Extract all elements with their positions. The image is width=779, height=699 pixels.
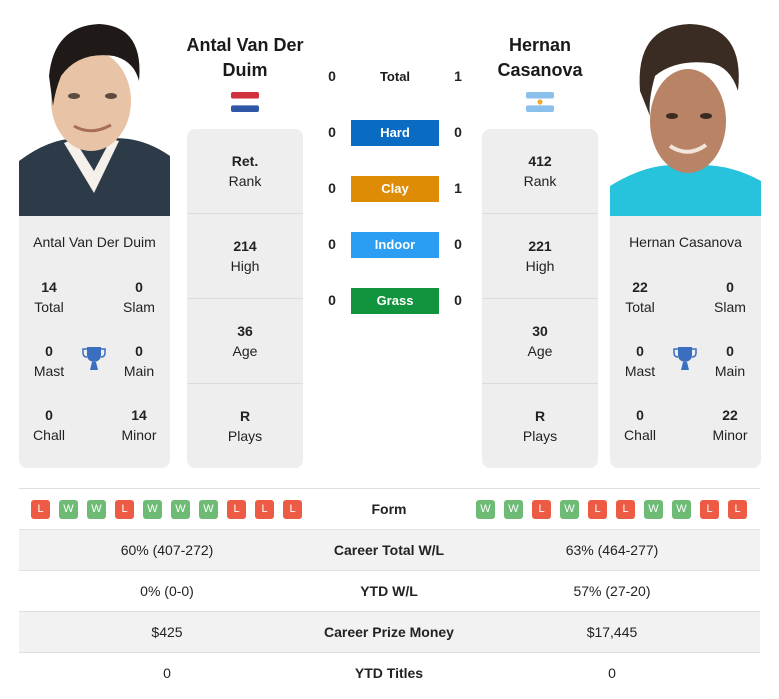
h2h-left-value: 0 <box>328 292 336 308</box>
form-win-badge[interactable]: W <box>171 500 190 519</box>
summary-name-right: Hernan Casanova <box>629 234 742 250</box>
h2h-left-value: 0 <box>328 68 336 84</box>
surface-hard-button[interactable]: Hard <box>351 120 439 146</box>
titles-minor-right: 22 Minor <box>712 407 748 443</box>
player-summary-left: Antal Van Der Duim 14 Total 0 Slam 0 Mas… <box>19 216 170 468</box>
comparison-left-value: 0 <box>163 665 171 681</box>
h2h-row-hard: 0 Hard 0 <box>320 120 470 146</box>
titles-minor-left: 14 Minor <box>121 407 157 443</box>
h2h-row-grass: 0 Grass 0 <box>320 288 470 314</box>
surface-grass-button[interactable]: Grass <box>351 288 439 314</box>
argentina-flag-icon <box>526 92 554 112</box>
form-loss-badge[interactable]: L <box>255 500 274 519</box>
high-cell-right: 221 High <box>482 214 598 299</box>
plays-cell-left: R Plays <box>227 408 263 444</box>
form-win-badge[interactable]: W <box>87 500 106 519</box>
form-win-badge[interactable]: W <box>504 500 523 519</box>
titles-slam-left: 0 Slam <box>123 279 155 315</box>
player-rank-card-left: Ret. Rank 214 High 36 Age R Plays <box>187 129 303 468</box>
comparison-row: 0% (0-0) YTD W/L 57% (27-20) <box>19 571 760 612</box>
age-cell-right: 30 Age <box>482 299 598 384</box>
comparison-left-value: $425 <box>151 624 183 640</box>
comparison-left-value: 60% (407-272) <box>120 542 214 558</box>
player-summary-right: Hernan Casanova 22 Total 0 Slam 0 Mast 0… <box>610 216 761 468</box>
titles-main-right: 0 Main <box>714 343 746 379</box>
player-rank-card-right: 412 Rank 221 High 30 Age R Plays <box>482 129 598 468</box>
h2h-row-indoor: 0 Indoor 0 <box>320 232 470 258</box>
player-name-right-line2: Casanova <box>497 60 583 80</box>
form-win-badge[interactable]: W <box>644 500 663 519</box>
surface-indoor-button[interactable]: Indoor <box>351 232 439 258</box>
titles-total-left: 14 Total <box>34 279 64 315</box>
comparison-label: Career Total W/L <box>333 542 445 558</box>
comparison-left-value: 0% (0-0) <box>140 583 194 599</box>
h2h-left-value: 0 <box>328 236 336 252</box>
form-loss-badge[interactable]: L <box>728 500 747 519</box>
form-loss-badge[interactable]: L <box>700 500 719 519</box>
plays-cell-right: R Plays <box>522 408 558 444</box>
comparison-row: $425 Career Prize Money $17,445 <box>19 612 760 653</box>
form-loss-badge[interactable]: L <box>283 500 302 519</box>
h2h-row-clay: 0 Clay 1 <box>320 176 470 202</box>
h2h-right-value: 1 <box>454 68 462 84</box>
player-name-left[interactable]: Antal Van Der Duim <box>180 33 310 83</box>
player-name-right[interactable]: Hernan Casanova <box>475 33 605 83</box>
comparison-right-value: 63% (464-277) <box>565 542 659 558</box>
form-win-badge[interactable]: W <box>143 500 162 519</box>
comparison-right-value: 0 <box>608 665 616 681</box>
form-loss-badge[interactable]: L <box>227 500 246 519</box>
high-cell-left: 214 High <box>187 214 303 299</box>
rank-cell-left: Ret. Rank <box>187 129 303 214</box>
form-loss-badge[interactable]: L <box>588 500 607 519</box>
comparison-label: Career Prize Money <box>324 624 454 640</box>
form-row: LWWLWWWLLL Form WWLWLLWWLL <box>19 489 760 529</box>
h2h-right-value: 0 <box>454 236 462 252</box>
player-portrait-left <box>19 21 170 216</box>
trophy-icon <box>673 347 697 370</box>
summary-name-left: Antal Van Der Duim <box>33 234 156 250</box>
surface-clay-button[interactable]: Clay <box>351 176 439 202</box>
surface-total-label: Total <box>379 69 411 84</box>
form-win-badge[interactable]: W <box>560 500 579 519</box>
form-label: Form <box>371 501 407 517</box>
form-loss-badge[interactable]: L <box>31 500 50 519</box>
h2h-left-value: 0 <box>328 180 336 196</box>
titles-mast-right: 0 Mast <box>624 343 656 379</box>
player-photo-left <box>19 21 170 216</box>
age-cell-left: 36 Age <box>187 299 303 384</box>
rank-cell-right: 412 Rank <box>482 129 598 214</box>
comparison-right-value: 57% (27-20) <box>573 583 651 599</box>
h2h-right-value: 1 <box>454 180 462 196</box>
h2h-right-value: 0 <box>454 292 462 308</box>
trophy-icon <box>82 347 106 370</box>
form-win-badge[interactable]: W <box>59 500 78 519</box>
titles-mast-left: 0 Mast <box>33 343 65 379</box>
h2h-left-value: 0 <box>328 124 336 140</box>
player-name-right-line1: Hernan <box>508 35 571 55</box>
form-loss-badge[interactable]: L <box>115 500 134 519</box>
titles-main-left: 0 Main <box>123 343 155 379</box>
comparison-label: YTD W/L <box>360 583 418 599</box>
player-photo-right <box>610 21 761 216</box>
form-win-badge[interactable]: W <box>672 500 691 519</box>
titles-chall-right: 0 Chall <box>624 407 656 443</box>
comparison-row: 0 YTD Titles 0 <box>19 653 760 694</box>
titles-slam-right: 0 Slam <box>714 279 746 315</box>
netherlands-flag-icon <box>231 92 259 112</box>
comparison-label: YTD Titles <box>354 665 424 681</box>
form-win-badge[interactable]: W <box>199 500 218 519</box>
titles-chall-left: 0 Chall <box>33 407 65 443</box>
comparison-right-value: $17,445 <box>586 624 638 640</box>
h2h-row-total: 0 Total 1 <box>320 64 470 90</box>
comparison-row: 60% (407-272) Career Total W/L 63% (464-27… <box>19 530 760 571</box>
form-loss-badge[interactable]: L <box>532 500 551 519</box>
titles-total-right: 22 Total <box>625 279 655 315</box>
form-loss-badge[interactable]: L <box>616 500 635 519</box>
form-win-badge[interactable]: W <box>476 500 495 519</box>
player-name-left-line1: Antal Van Der <box>186 35 304 55</box>
player-portrait-right <box>610 21 761 216</box>
h2h-right-value: 0 <box>454 124 462 140</box>
player-name-left-line2: Duim <box>222 60 268 80</box>
